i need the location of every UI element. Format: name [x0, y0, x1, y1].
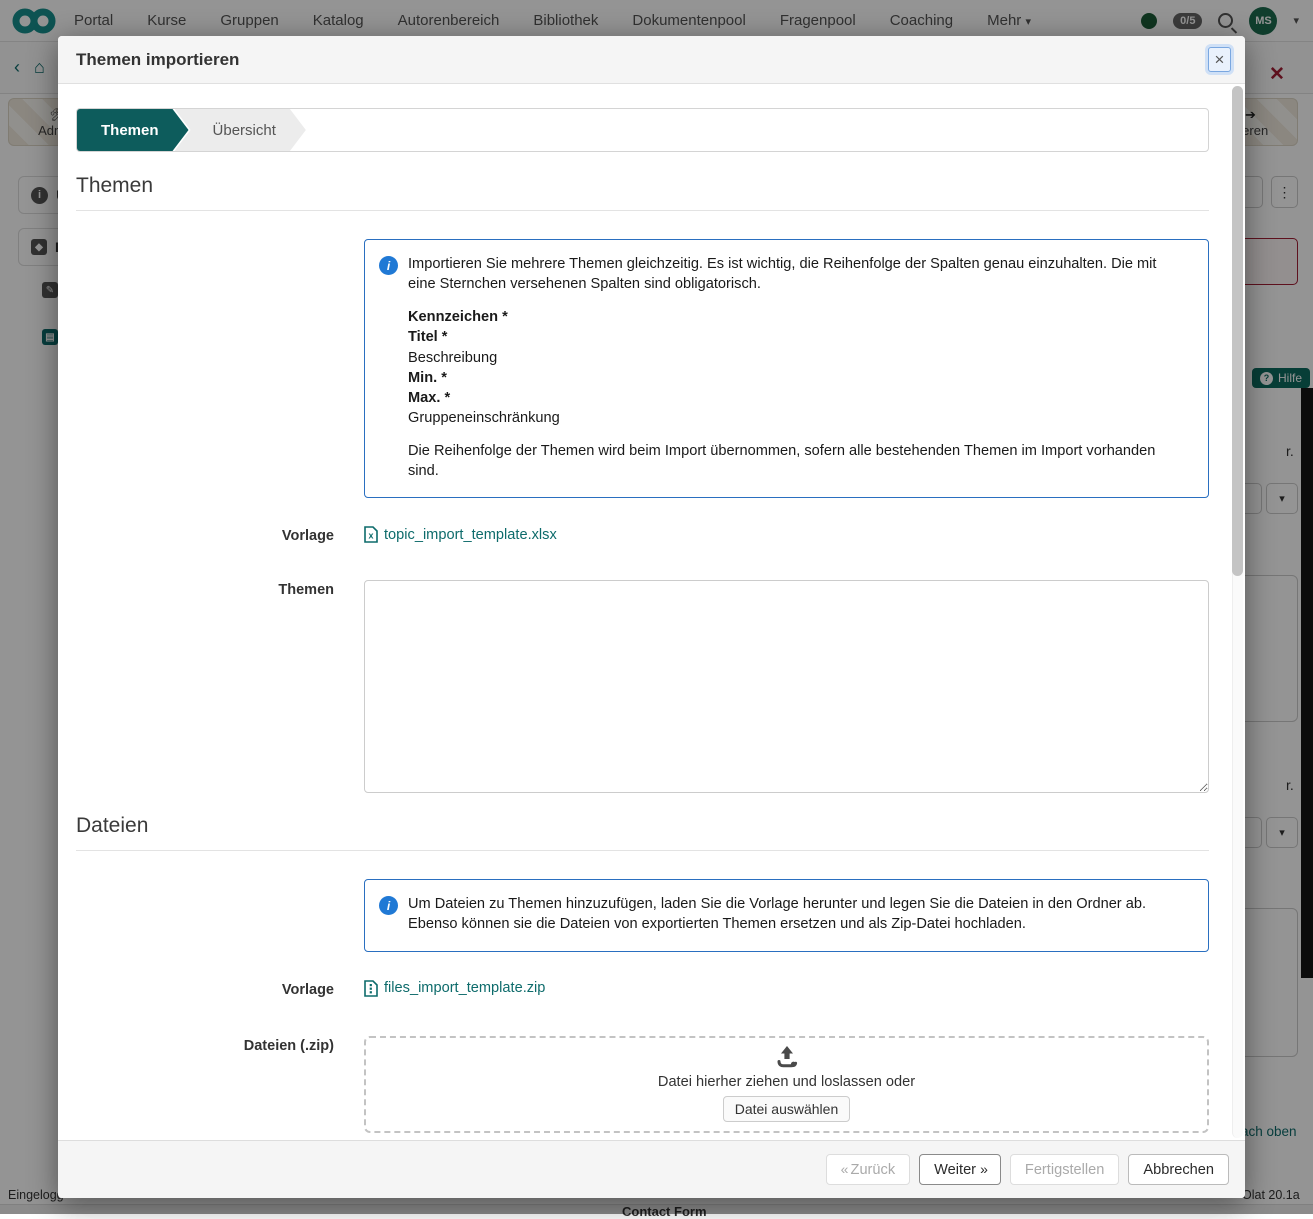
vorlage-label: Vorlage	[76, 980, 364, 1002]
modal-body: Themen Übersicht Themen i Importieren Si…	[58, 84, 1245, 1140]
cancel-button[interactable]: Abbrechen	[1128, 1154, 1229, 1185]
column-name: Beschreibung	[408, 348, 1190, 368]
upload-icon	[774, 1046, 800, 1068]
next-button-label: Weiter	[934, 1162, 976, 1178]
modal-scrollbar-track[interactable]	[1232, 86, 1243, 1138]
choose-file-button[interactable]: Datei auswählen	[723, 1096, 851, 1122]
vorlage-row-dateien: Vorlage files_import_template.zip	[76, 980, 1209, 1002]
import-topics-modal: Themen importieren × Themen Übersicht Th…	[58, 36, 1245, 1198]
column-name: Max. *	[408, 388, 1190, 408]
wizard-step-themen[interactable]: Themen	[77, 109, 189, 151]
zip-template-link[interactable]: files_import_template.zip	[364, 980, 545, 997]
xlsx-template-filename: topic_import_template.xlsx	[384, 527, 557, 543]
themen-textarea-row: Themen	[76, 580, 1209, 798]
themen-info-content: Importieren Sie mehrere Themen gleichzei…	[408, 254, 1190, 481]
dropzone-label: Dateien (.zip)	[76, 1036, 364, 1133]
xlsx-template-link[interactable]: x topic_import_template.xlsx	[364, 526, 557, 543]
dropzone-row: Dateien (.zip) Datei hierher ziehen und …	[76, 1036, 1209, 1133]
modal-footer: « Zurück Weiter » Fertigstellen Abbreche…	[58, 1140, 1245, 1198]
zip-file-icon	[364, 980, 378, 997]
excel-file-icon: x	[364, 526, 378, 543]
zip-template-filename: files_import_template.zip	[384, 980, 545, 996]
chevrons-left-icon: «	[841, 1161, 847, 1177]
modal-title: Themen importieren	[76, 50, 239, 70]
back-button: « Zurück	[826, 1154, 910, 1185]
file-dropzone[interactable]: Datei hierher ziehen und loslassen oder …	[364, 1036, 1209, 1133]
dateien-info-content: Um Dateien zu Themen hinzuzufügen, laden…	[408, 894, 1190, 934]
dropzone-text: Datei hierher ziehen und loslassen oder	[658, 1074, 915, 1090]
chevrons-right-icon: »	[980, 1161, 986, 1177]
info-paragraph: Importieren Sie mehrere Themen gleichzei…	[408, 254, 1168, 294]
info-icon: i	[379, 896, 398, 915]
modal-scrollbar-thumb[interactable]	[1232, 86, 1243, 576]
back-button-label: Zurück	[851, 1162, 896, 1178]
svg-text:x: x	[368, 531, 373, 541]
dateien-info-box: i Um Dateien zu Themen hinzuzufügen, lad…	[364, 879, 1209, 951]
section-heading-dateien: Dateien	[76, 814, 1209, 851]
themen-info-box: i Importieren Sie mehrere Themen gleichz…	[364, 239, 1209, 498]
next-button[interactable]: Weiter »	[919, 1154, 1001, 1185]
finish-button: Fertigstellen	[1010, 1154, 1120, 1185]
column-name: Min. *	[408, 368, 1190, 388]
info-paragraph: Um Dateien zu Themen hinzuzufügen, laden…	[408, 894, 1190, 934]
info-paragraph: Die Reihenfolge der Themen wird beim Imp…	[408, 441, 1190, 481]
column-name: Titel *	[408, 327, 1190, 347]
vorlage-label: Vorlage	[76, 526, 364, 548]
themen-textarea-label: Themen	[76, 580, 364, 798]
info-icon: i	[379, 256, 398, 275]
close-icon[interactable]: ×	[1208, 47, 1231, 72]
required-columns-list: Kennzeichen * Titel * Beschreibung Min. …	[408, 307, 1190, 428]
vorlage-row-themen: Vorlage x topic_import_template.xlsx	[76, 526, 1209, 548]
wizard-step-uebersicht: Übersicht	[175, 109, 306, 151]
themen-textarea[interactable]	[364, 580, 1209, 793]
column-name: Kennzeichen *	[408, 307, 1190, 327]
column-name: Gruppeneinschränkung	[408, 408, 1190, 428]
modal-header: Themen importieren ×	[58, 36, 1245, 84]
section-heading-themen: Themen	[76, 174, 1209, 211]
wizard-steps: Themen Übersicht	[76, 108, 1209, 152]
